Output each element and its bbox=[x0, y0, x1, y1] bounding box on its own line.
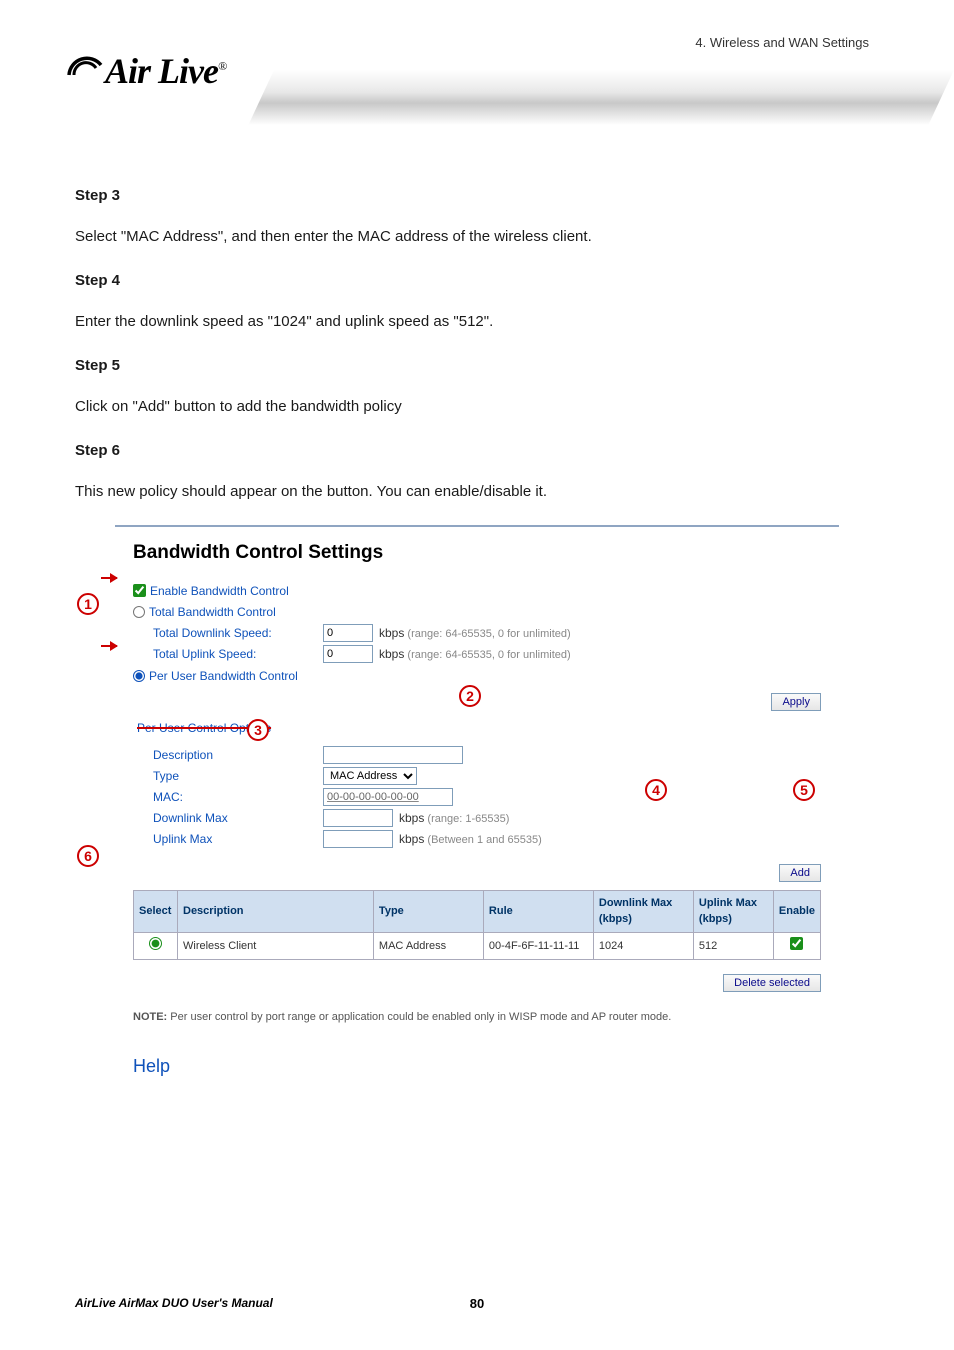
uplink-max-label: Uplink Max bbox=[153, 830, 323, 848]
annotation-4: 4 bbox=[645, 779, 667, 801]
th-downlink: Downlink Max (kbps) bbox=[593, 890, 693, 932]
enable-bandwidth-label: Enable Bandwidth Control bbox=[150, 582, 289, 600]
note-text: NOTE: Per user control by port range or … bbox=[133, 1010, 821, 1025]
uplink-max-input[interactable] bbox=[323, 830, 393, 848]
row-enable-checkbox[interactable] bbox=[790, 937, 803, 950]
th-rule: Rule bbox=[483, 890, 593, 932]
logo: Air Live® bbox=[65, 50, 226, 92]
help-link[interactable]: Help bbox=[133, 1053, 821, 1080]
row-select-radio[interactable] bbox=[149, 937, 162, 950]
total-bandwidth-radio[interactable] bbox=[133, 606, 145, 618]
table-header-row: Select Description Type Rule Downlink Ma… bbox=[134, 890, 821, 932]
th-enable: Enable bbox=[773, 890, 820, 932]
annotation-3: 3 bbox=[247, 719, 269, 741]
peruser-radio[interactable] bbox=[133, 670, 145, 682]
policy-table: Select Description Type Rule Downlink Ma… bbox=[133, 890, 821, 961]
th-select: Select bbox=[134, 890, 178, 932]
table-row: Wireless Client MAC Address 00-4F-6F-11-… bbox=[134, 932, 821, 960]
step4-heading: Step 4 bbox=[75, 270, 879, 293]
downlink-max-input[interactable] bbox=[323, 809, 393, 827]
row-description: Wireless Client bbox=[178, 932, 374, 960]
type-label: Type bbox=[153, 767, 323, 785]
downlink-max-label: Downlink Max bbox=[153, 809, 323, 827]
step6-heading: Step 6 bbox=[75, 440, 879, 463]
th-uplink: Uplink Max (kbps) bbox=[693, 890, 773, 932]
step3-text: Select "MAC Address", and then enter the… bbox=[75, 226, 879, 249]
total-ul-input[interactable] bbox=[323, 645, 373, 663]
peruser-label: Per User Bandwidth Control bbox=[149, 667, 298, 685]
header-streak bbox=[248, 70, 954, 125]
total-bandwidth-label: Total Bandwidth Control bbox=[149, 603, 276, 621]
step5-heading: Step 5 bbox=[75, 355, 879, 378]
panel-title: Bandwidth Control Settings bbox=[133, 539, 821, 568]
footer-page: 80 bbox=[470, 1296, 484, 1311]
bandwidth-panel: Bandwidth Control Settings Enable Bandwi… bbox=[115, 525, 839, 1110]
step3-heading: Step 3 bbox=[75, 185, 879, 208]
mac-label: MAC: bbox=[153, 788, 323, 806]
arrow-1b bbox=[101, 645, 117, 647]
row-downlink: 1024 bbox=[593, 932, 693, 960]
annotation-1: 1 bbox=[77, 593, 99, 615]
description-label: Description bbox=[153, 746, 323, 764]
th-type: Type bbox=[373, 890, 483, 932]
apply-button[interactable]: Apply bbox=[771, 693, 821, 711]
delete-selected-button[interactable]: Delete selected bbox=[723, 974, 821, 992]
description-input[interactable] bbox=[323, 746, 463, 764]
annotation-2: 2 bbox=[459, 685, 481, 707]
chapter-label: 4. Wireless and WAN Settings bbox=[695, 35, 869, 50]
row-rule: 00-4F-6F-11-11-11 bbox=[483, 932, 593, 960]
step6-text: This new policy should appear on the but… bbox=[75, 481, 879, 504]
arrow-1a bbox=[101, 577, 117, 579]
row-type: MAC Address bbox=[373, 932, 483, 960]
add-button[interactable]: Add bbox=[779, 864, 821, 882]
step5-text: Click on "Add" button to add the bandwid… bbox=[75, 396, 879, 419]
row-uplink: 512 bbox=[693, 932, 773, 960]
step4-text: Enter the downlink speed as "1024" and u… bbox=[75, 311, 879, 334]
annotation-5: 5 bbox=[793, 779, 815, 801]
th-description: Description bbox=[178, 890, 374, 932]
type-select[interactable]: MAC Address bbox=[323, 767, 417, 785]
total-dl-label: Total Downlink Speed: bbox=[153, 624, 323, 642]
enable-bandwidth-checkbox[interactable] bbox=[133, 584, 146, 597]
total-dl-input[interactable] bbox=[323, 624, 373, 642]
mac-input[interactable] bbox=[323, 788, 453, 806]
annotation-6: 6 bbox=[77, 845, 99, 867]
total-ul-label: Total Uplink Speed: bbox=[153, 645, 323, 663]
